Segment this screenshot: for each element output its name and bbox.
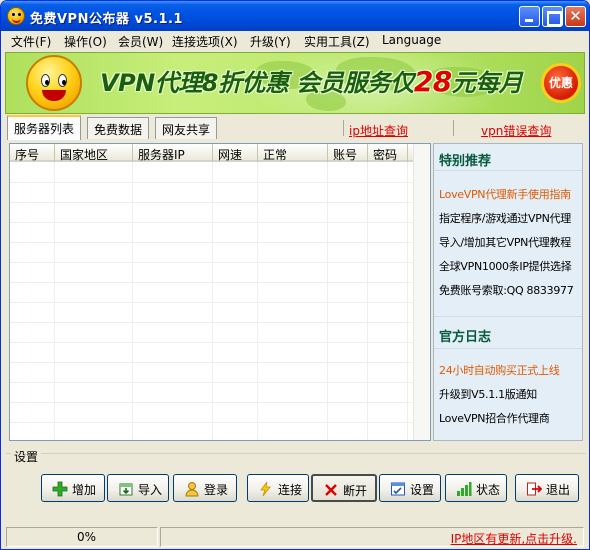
menu-connection-options[interactable]: 连接选项(X) (172, 33, 238, 50)
x-icon (325, 484, 337, 496)
sidebar-link[interactable]: 升级到V5.1.1版通知 (439, 386, 537, 402)
link-divider (453, 120, 454, 136)
import-button[interactable]: 导入 (107, 474, 169, 502)
update-notice-link[interactable]: IP地区有更新,点击升级. (451, 530, 577, 547)
status-bar: 0% IP地区有更新,点击升级. (2, 525, 589, 549)
connect-button[interactable]: 连接 (247, 474, 309, 502)
sidebar-link[interactable]: 指定程序/游戏通过VPN代理 (439, 210, 571, 226)
add-button[interactable]: 增加 (41, 474, 105, 502)
tab-shared[interactable]: 网友共享 (155, 117, 218, 139)
maximize-button[interactable] (542, 6, 563, 27)
checklist-icon (391, 482, 405, 496)
table-row-line (10, 242, 415, 243)
progress-text: 0% (77, 530, 97, 544)
table-row-line (10, 362, 415, 363)
update-pane: IP地区有更新,点击升级. (160, 527, 584, 547)
exit-icon (527, 482, 542, 496)
table-row-line (10, 302, 415, 303)
mascot-icon (26, 55, 82, 111)
table-row-line (10, 382, 415, 383)
import-button-label: 导入 (138, 483, 163, 497)
table-scrollbar[interactable] (413, 144, 430, 440)
table-row-line (10, 282, 415, 283)
tab-free-data[interactable]: 免费数据 (87, 117, 150, 139)
sidebar-link[interactable]: LoveVPN代理新手使用指南 (439, 186, 571, 202)
title-bar[interactable]: 免费VPN公布器 v5.1.1 ✕ (1, 1, 589, 31)
exit-button-label: 退出 (546, 483, 571, 497)
menu-member[interactable]: 会员(W) (118, 33, 163, 50)
settings-group-label: 设置 (11, 448, 42, 465)
link-divider (343, 120, 344, 136)
ip-query-link[interactable]: ip地址查询 (349, 122, 408, 139)
discount-badge: 优惠 (541, 63, 581, 103)
banner-headline: VPN代理8折优惠 会员服务仅28元每月 (100, 63, 523, 98)
column-header[interactable]: 密码 (368, 144, 408, 162)
plus-icon (52, 481, 68, 497)
column-header[interactable]: 国家地区 (55, 144, 133, 162)
column-header[interactable]: 网速 (213, 144, 258, 162)
column-header[interactable]: 账号 (328, 144, 368, 162)
menu-file[interactable]: 文件(F) (11, 33, 51, 50)
signal-bars-icon (457, 482, 472, 496)
status-button-label: 状态 (476, 483, 501, 497)
settings-button[interactable]: 设置 (379, 474, 441, 502)
tab-server-list[interactable]: 服务器列表 (7, 115, 82, 140)
table-row-line (10, 322, 415, 323)
disconnect-button[interactable]: 断开 (311, 474, 377, 502)
close-button[interactable]: ✕ (565, 6, 586, 27)
vpn-error-query-link[interactable]: vpn错误查询 (481, 122, 551, 139)
banner-price: 28 (413, 65, 452, 98)
sidebar-link[interactable]: 免费账号索取:QQ 8833977 (439, 282, 574, 298)
table-row-line (10, 262, 415, 263)
sidebar-link[interactable]: 全球VPN1000条IP提供选择 (439, 258, 572, 274)
news-sidebar: 特别推荐 LoveVPN代理新手使用指南 指定程序/游戏通过VPN代理 导入/增… (433, 143, 583, 441)
settings-button-label: 设置 (410, 483, 435, 497)
status-button[interactable]: 状态 (445, 474, 507, 502)
sidebar-link[interactable]: 24小时自动购买正式上线 (439, 362, 560, 378)
table-row-line (10, 182, 415, 183)
table-row-line (10, 402, 415, 403)
minimize-button[interactable] (519, 6, 540, 27)
menu-language[interactable]: Language (382, 33, 441, 47)
table-row-line (10, 202, 415, 203)
column-header[interactable]: 序号 (10, 144, 55, 162)
sidebar-link[interactable]: 导入/增加其它VPN代理教程 (439, 234, 571, 250)
banner-text-left: VPN代理8折优惠 会员服务仅 (100, 69, 414, 97)
exit-button[interactable]: 退出 (515, 474, 579, 502)
promo-banner[interactable]: VPN代理8折优惠 会员服务仅28元每月 优惠 (5, 52, 585, 114)
menu-tools[interactable]: 实用工具(Z) (304, 33, 370, 50)
close-icon: ✕ (569, 7, 582, 25)
table-header: 序号 国家地区 服务器IP 网速 正常 账号 密码 (10, 144, 430, 162)
menu-operate[interactable]: 操作(O) (64, 33, 107, 50)
table-row-line (10, 422, 415, 423)
app-window: 免费VPN公布器 v5.1.1 ✕ 文件(F) 操作(O) 会员(W) 连接选项… (0, 0, 590, 550)
lightning-icon (260, 481, 271, 497)
login-button-label: 登录 (204, 483, 229, 497)
server-table[interactable]: 序号 国家地区 服务器IP 网速 正常 账号 密码 (9, 143, 431, 441)
window-title: 免费VPN公布器 v5.1.1 (30, 12, 183, 27)
sidebar-link[interactable]: LoveVPN招合作代理商 (439, 410, 550, 426)
table-row-line (10, 342, 415, 343)
menu-upgrade[interactable]: 升级(Y) (250, 33, 291, 50)
connect-button-label: 连接 (278, 483, 303, 497)
column-header[interactable]: 正常 (258, 144, 328, 162)
table-row-line (10, 222, 415, 223)
column-header[interactable]: 服务器IP (133, 144, 213, 162)
disconnect-button-label: 断开 (343, 484, 368, 498)
user-icon (185, 482, 199, 497)
banner-text-right: 元每月 (451, 69, 523, 97)
import-icon (119, 483, 133, 496)
menu-bar: 文件(F) 操作(O) 会员(W) 连接选项(X) 升级(Y) 实用工具(Z) … (2, 31, 589, 51)
login-button[interactable]: 登录 (173, 474, 237, 502)
add-button-label: 增加 (72, 483, 97, 497)
app-logo-icon (7, 7, 25, 25)
recommend-heading: 特别推荐 (439, 154, 492, 169)
log-heading: 官方日志 (439, 330, 492, 345)
progress-pane: 0% (6, 527, 158, 547)
